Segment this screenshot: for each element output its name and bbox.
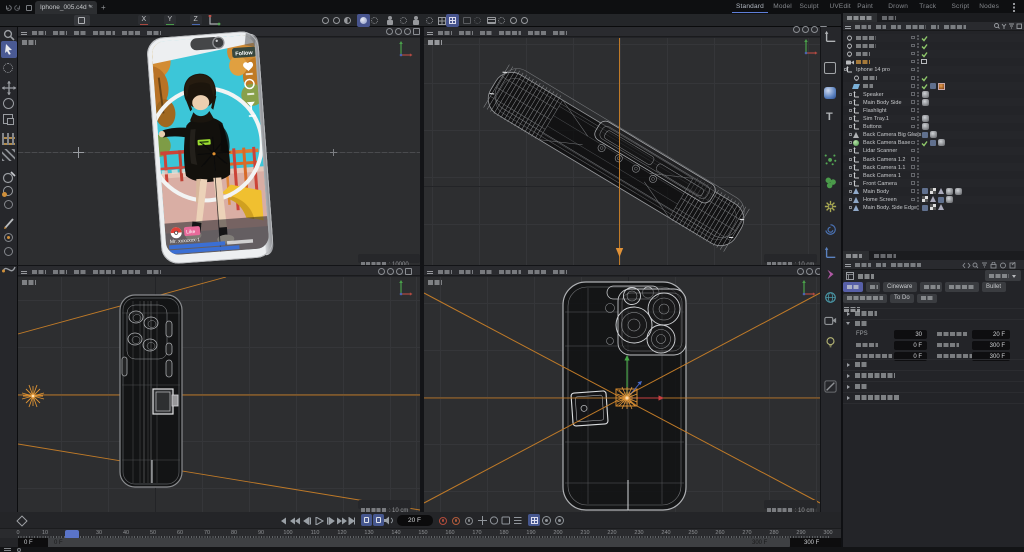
svg-text:Like: Like [186,229,196,236]
